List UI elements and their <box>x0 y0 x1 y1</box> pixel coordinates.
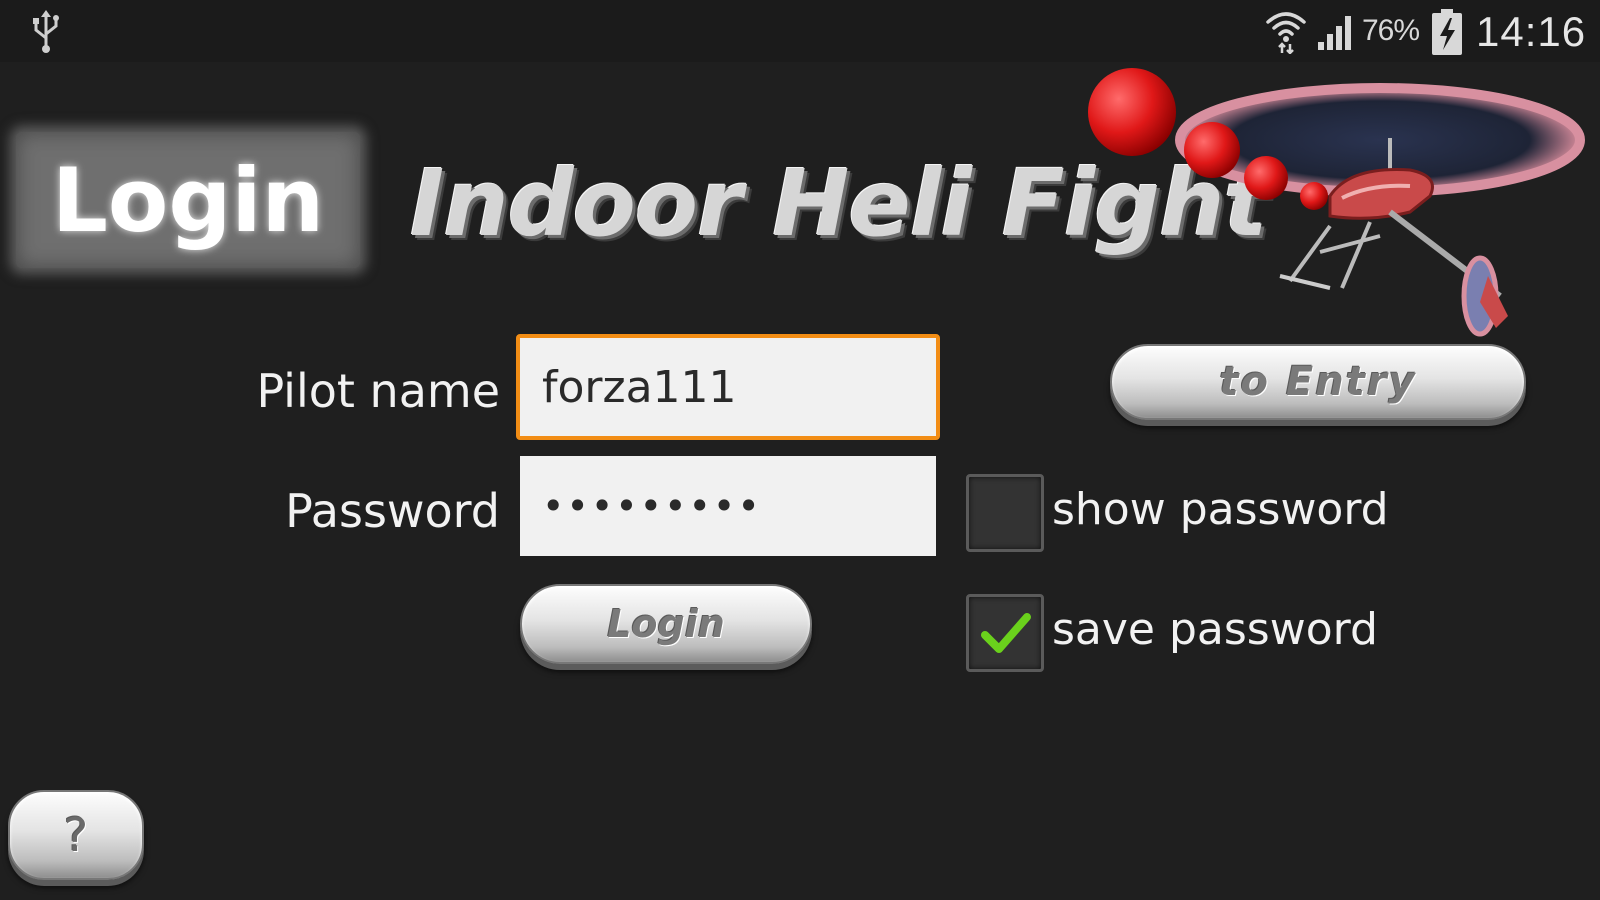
password-input[interactable] <box>520 456 936 556</box>
help-button[interactable]: ? <box>8 790 144 880</box>
login-heading-badge: Login <box>16 132 360 268</box>
pilot-name-label: Pilot name <box>256 364 500 418</box>
battery-percent: 76% <box>1362 14 1420 47</box>
show-password-label[interactable]: show password <box>1052 484 1389 535</box>
pilot-name-input[interactable] <box>516 334 940 440</box>
login-screen: 76% 14:16 Login Indoor Heli Fight Pilot … <box>0 0 1600 900</box>
login-button[interactable]: Login <box>520 584 812 664</box>
to-entry-button[interactable]: to Entry <box>1110 344 1526 420</box>
helicopter-illustration <box>1088 68 1585 337</box>
show-password-checkbox[interactable] <box>966 474 1044 552</box>
checkmark-icon <box>981 613 1031 653</box>
save-password-label[interactable]: save password <box>1052 604 1378 655</box>
wifi-icon <box>1266 12 1306 54</box>
save-password-checkbox[interactable] <box>966 594 1044 672</box>
cell-signal-icon <box>1318 16 1351 50</box>
usb-icon <box>33 10 59 53</box>
battery-charging-icon <box>1432 9 1462 55</box>
password-label: Password <box>285 484 500 538</box>
status-clock: 14:16 <box>1476 8 1587 55</box>
status-bar: 76% 14:16 <box>0 0 1600 62</box>
